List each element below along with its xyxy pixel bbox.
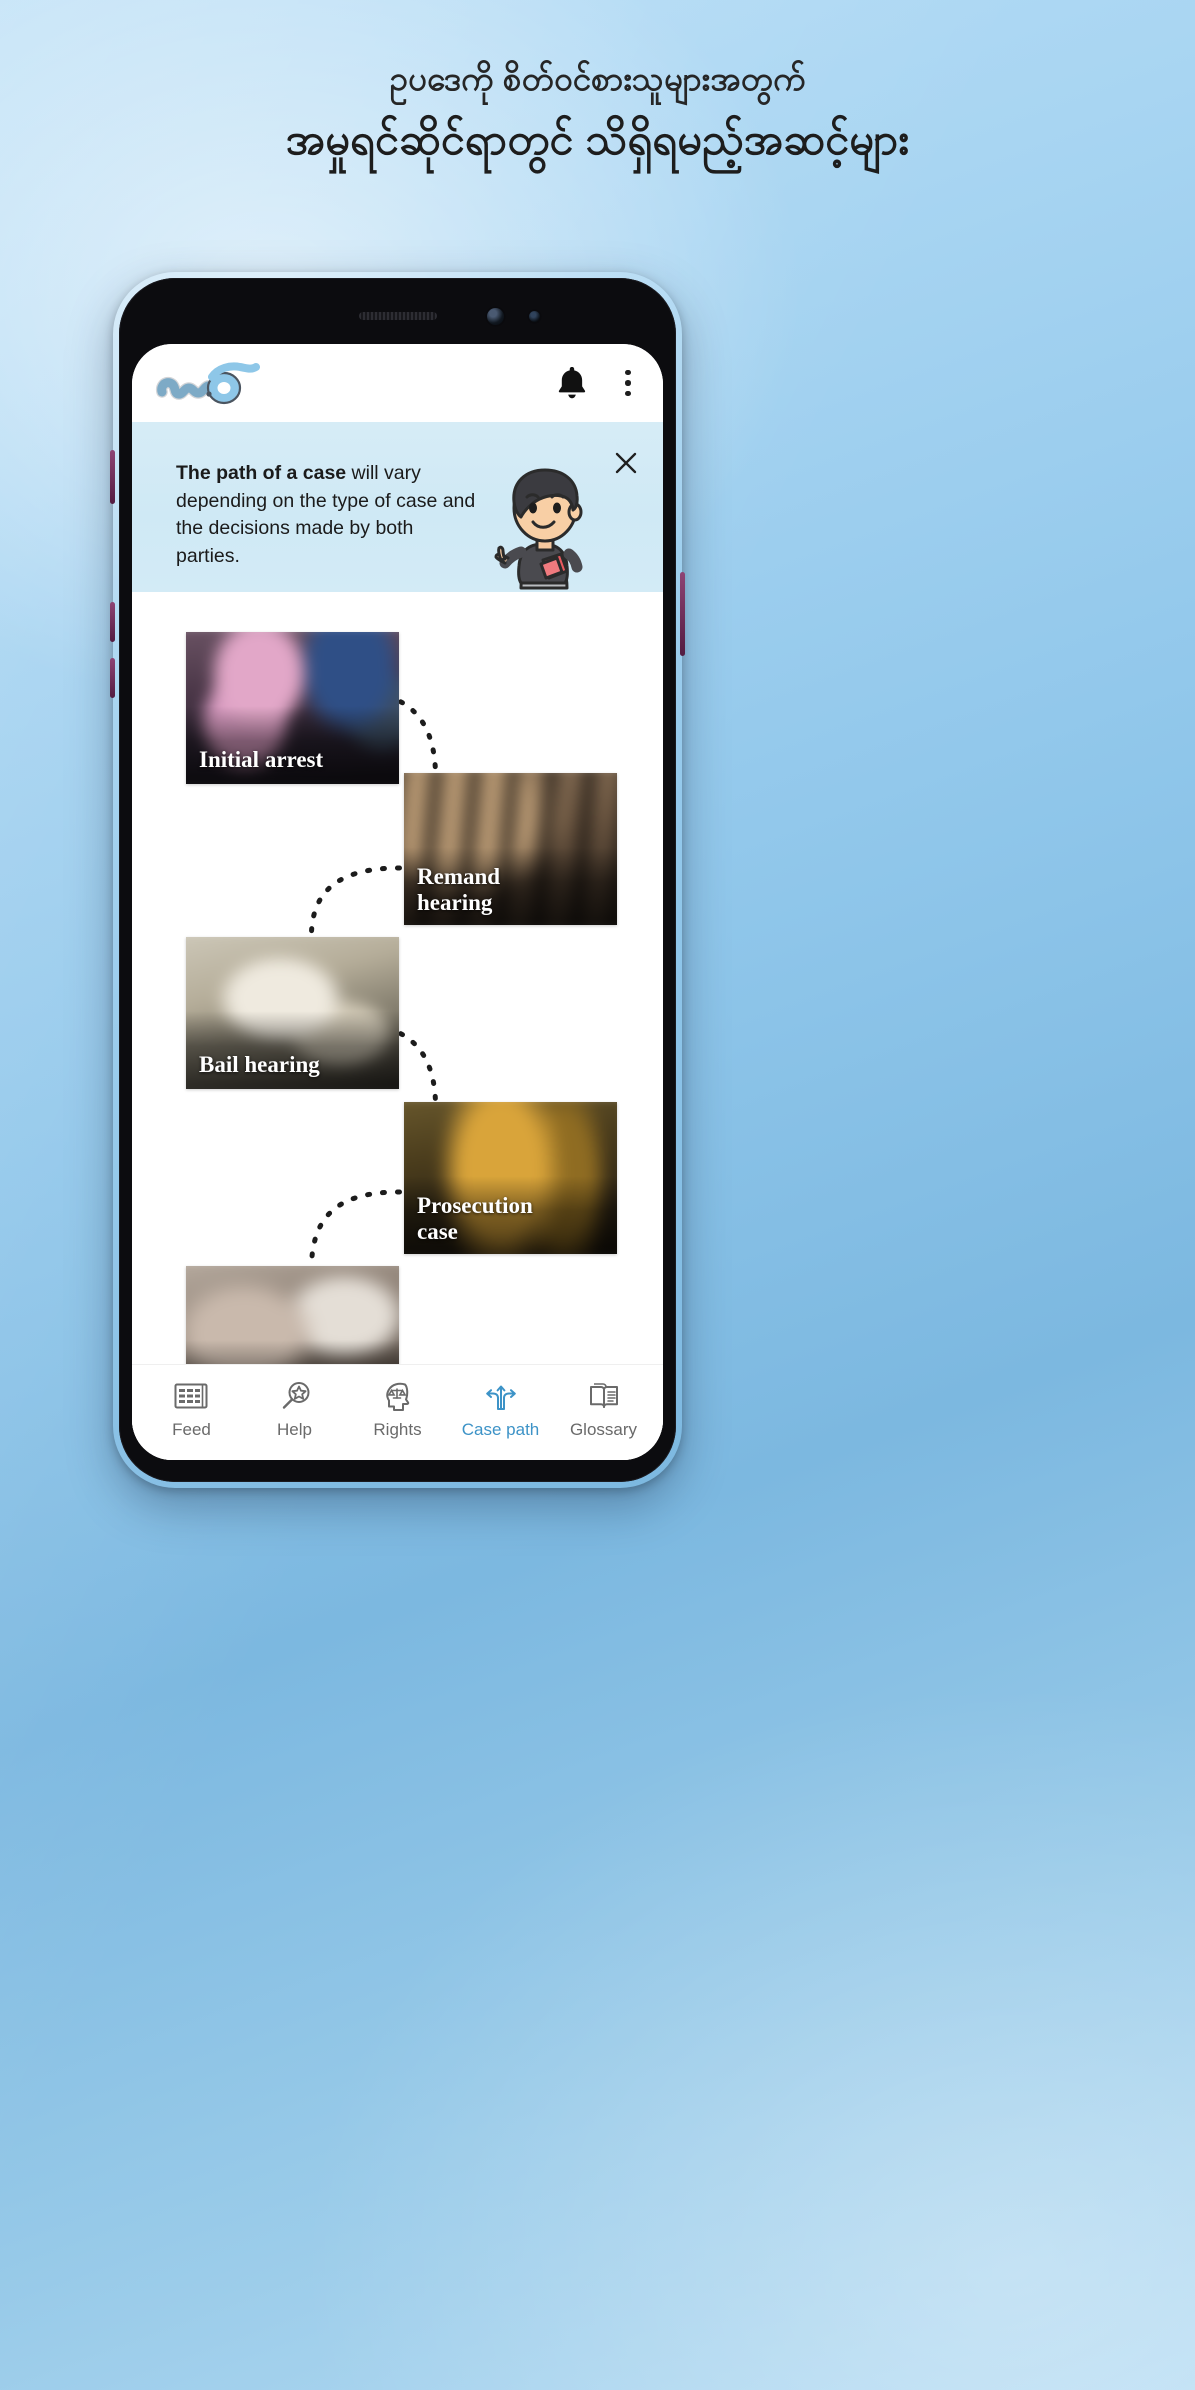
phone-bezel: The path of a case will vary depending o… (119, 278, 676, 1482)
nav-label-case-path: Case path (461, 1420, 540, 1439)
nav-item-rights[interactable]: Rights (346, 1379, 449, 1440)
flow-card-prosecution-case[interactable]: Prosecution case (404, 1102, 617, 1254)
info-banner-text: The path of a case will vary depending o… (176, 450, 481, 571)
nav-item-help[interactable]: Help (243, 1379, 346, 1440)
phone-side-button-bixby (110, 450, 115, 504)
app-bar (132, 344, 663, 422)
phone-volume-down-button (110, 658, 115, 698)
feed-grid-icon (174, 1383, 207, 1409)
nav-label-glossary: Glossary (569, 1420, 638, 1439)
phone-front-camera-icon (487, 308, 504, 325)
bell-icon[interactable] (555, 364, 589, 402)
bottom-navigation-bar: Feed Help Rights Case path Glossary (132, 1364, 663, 1460)
phone-volume-up-button (110, 602, 115, 642)
case-path-flow-list: Initial arrest Remand hearing Bail heari… (132, 592, 663, 1460)
flow-card-label: Remand hearing (417, 863, 501, 916)
info-banner: The path of a case will vary depending o… (132, 422, 663, 592)
flow-card-label: Initial arrest (199, 747, 324, 773)
nav-item-feed[interactable]: Feed (140, 1379, 243, 1440)
kebab-menu-icon[interactable] (615, 366, 641, 400)
promo-headline-line-1: ဥပဒေကို စိတ်ဝင်စားသူများအတွက် (389, 60, 806, 97)
app-logo-icon[interactable] (154, 358, 272, 408)
nav-item-case-path[interactable]: Case path (449, 1379, 552, 1440)
phone-earpiece-speaker (358, 312, 437, 320)
case-path-flow-inner: Initial arrest Remand hearing Bail heari… (132, 632, 663, 1418)
phone-mockup: The path of a case will vary depending o… (110, 272, 685, 1488)
phone-power-button (680, 572, 685, 656)
flow-card-remand-hearing[interactable]: Remand hearing (404, 773, 617, 925)
branching-arrows-icon (485, 1385, 516, 1410)
close-icon (615, 452, 637, 474)
flow-card-label: Prosecution case (417, 1192, 533, 1245)
flow-card-initial-arrest[interactable]: Initial arrest (186, 632, 399, 784)
flow-card-bail-hearing[interactable]: Bail hearing (186, 937, 399, 1089)
open-book-icon (589, 1383, 618, 1408)
head-scales-icon (385, 1382, 409, 1411)
nav-label-help: Help (277, 1420, 312, 1439)
promo-headline: ဥပဒေကို စိတ်ဝင်စားသူများအတွက် အမှုရင်ဆို… (0, 58, 1195, 169)
nav-label-rights: Rights (373, 1420, 422, 1439)
banner-close-button[interactable] (609, 446, 643, 480)
nav-label-feed: Feed (172, 1420, 211, 1439)
promo-headline-line-2: အမှုရင်ဆိုင်ရာတွင် သိရှိရမည့်အဆင့်များ (285, 116, 910, 165)
nav-item-glossary[interactable]: Glossary (552, 1379, 655, 1440)
info-banner-bold-text: The path of a case (176, 462, 347, 484)
phone-sensor-icon (529, 311, 540, 322)
flow-card-label: Bail hearing (199, 1052, 320, 1078)
mascot-character-icon (494, 468, 583, 590)
magnifier-star-icon (282, 1382, 309, 1409)
phone-screen: The path of a case will vary depending o… (132, 344, 663, 1460)
